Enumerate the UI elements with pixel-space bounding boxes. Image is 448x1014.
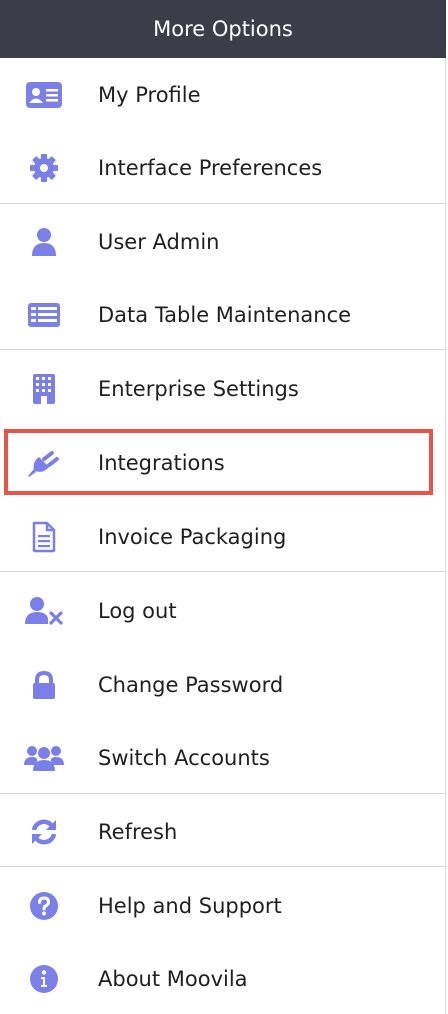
menu-item-label: Enterprise Settings [98, 376, 299, 401]
menu-item-log-out[interactable]: Log out [0, 574, 446, 647]
users-icon [22, 741, 66, 775]
divider [0, 571, 446, 572]
divider [0, 349, 446, 350]
menu-item-interface-preferences[interactable]: Interface Preferences [0, 131, 446, 204]
menu-item-label: Integrations [98, 450, 225, 475]
question-circle-icon [22, 889, 66, 923]
menu-title: More Options [153, 17, 293, 41]
menu-header: More Options [0, 0, 446, 58]
menu-item-label: Interface Preferences [98, 155, 323, 180]
menu-item-label: Refresh [98, 819, 178, 844]
menu-item-change-password[interactable]: Change Password [0, 648, 446, 721]
table-icon [22, 298, 66, 332]
menu-item-label: About Moovila [98, 966, 248, 991]
menu-item-data-table-maintenance[interactable]: Data Table Maintenance [0, 278, 446, 351]
menu-item-switch-accounts[interactable]: Switch Accounts [0, 721, 446, 794]
divider [0, 866, 446, 867]
menu-item-help-and-support[interactable]: Help and Support [0, 869, 446, 942]
refresh-icon [22, 815, 66, 849]
user-icon [22, 225, 66, 259]
menu-item-invoice-packaging[interactable]: Invoice Packaging [0, 500, 446, 573]
user-remove-icon [22, 594, 66, 628]
lock-icon [22, 668, 66, 702]
id-card-icon [22, 78, 66, 112]
divider [0, 793, 446, 794]
menu-item-about-moovila[interactable]: About Moovila [0, 942, 446, 1014]
menu-item-label: Data Table Maintenance [98, 302, 352, 327]
document-icon [22, 520, 66, 554]
building-icon [22, 372, 66, 406]
menu-item-my-profile[interactable]: My Profile [0, 58, 446, 131]
menu-item-integrations[interactable]: Integrations [0, 426, 446, 499]
menu-item-label: Invoice Packaging [98, 524, 287, 549]
more-options-menu: More Options My Profile Interface Prefer… [0, 0, 448, 1014]
menu-item-refresh[interactable]: Refresh [0, 795, 446, 868]
menu-item-label: Change Password [98, 672, 284, 697]
gear-icon [22, 151, 66, 185]
menu-item-label: Log out [98, 598, 177, 623]
menu-item-label: Help and Support [98, 893, 282, 918]
info-circle-icon [22, 962, 66, 996]
menu-item-user-admin[interactable]: User Admin [0, 205, 446, 278]
menu-item-enterprise-settings[interactable]: Enterprise Settings [0, 352, 446, 425]
menu-item-label: User Admin [98, 229, 220, 254]
menu-item-label: My Profile [98, 82, 201, 107]
divider [0, 203, 446, 204]
menu-item-label: Switch Accounts [98, 745, 270, 770]
plug-icon [22, 446, 66, 480]
